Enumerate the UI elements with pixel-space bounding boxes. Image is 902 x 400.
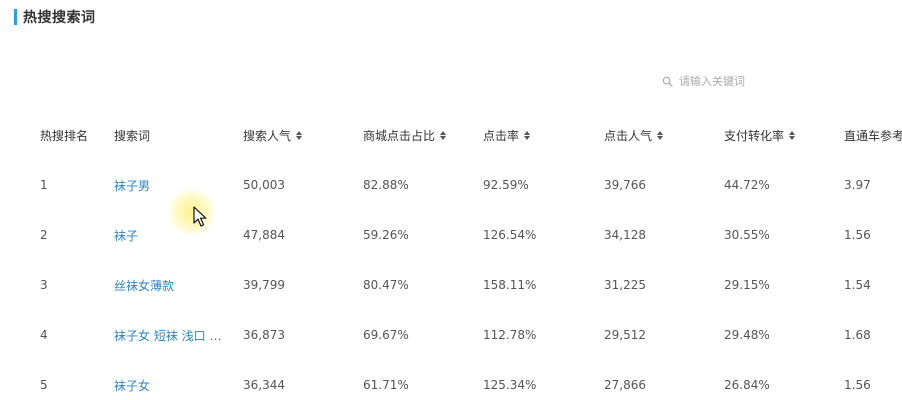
header-rank: 热搜排名 [28, 110, 102, 160]
header-label: 点击率 [483, 128, 520, 143]
cell-click-popularity: 27,866 [604, 378, 646, 392]
header-label: 直通车参考价 [844, 128, 902, 143]
header-label: 点击人气 [604, 128, 653, 143]
cell-pay-conversion: 29.48% [724, 328, 770, 342]
cell-mall-click-ratio: 82.88% [363, 178, 409, 192]
cell-mall-click-ratio: 61.71% [363, 378, 409, 392]
keyword-link[interactable]: 袜子男 [114, 177, 150, 194]
sort-icon[interactable] [789, 130, 796, 140]
cell-ztc-price: 3.97 [844, 178, 871, 192]
cell-click-popularity: 31,225 [604, 278, 646, 292]
table-row: 4 袜子女 短袜 浅口 韩... 36,873 69.67% 112.78% 2… [28, 310, 902, 360]
cell-pay-conversion: 26.84% [724, 378, 770, 392]
cell-keyword: 袜子女 [102, 360, 231, 400]
search-placeholder: 请输入关键词 [679, 75, 745, 88]
cell-keyword: 丝袜女薄款 [102, 260, 231, 310]
cell-click-popularity: 29,512 [604, 328, 646, 342]
cell-search-popularity: 47,884 [243, 228, 285, 242]
cell-search-popularity: 39,799 [243, 278, 285, 292]
header-label: 热搜排名 [40, 128, 89, 143]
header-label: 商城点击占比 [363, 128, 436, 143]
cell-search-popularity: 50,003 [243, 178, 285, 192]
header-label: 搜索人气 [243, 128, 292, 143]
header-mall-click-ratio[interactable]: 商城点击占比 [351, 110, 471, 160]
keyword-link[interactable]: 袜子 [114, 227, 138, 244]
cell-rank: 4 [40, 328, 48, 342]
table-row: 3 丝袜女薄款 39,799 80.47% 158.11% 31,225 29.… [28, 260, 902, 310]
table-row: 2 袜子 47,884 59.26% 126.54% 34,128 30.55%… [28, 210, 902, 260]
header-click-popularity[interactable]: 点击人气 [592, 110, 712, 160]
title-accent-bar [14, 9, 17, 25]
cell-click-rate: 125.34% [483, 378, 537, 392]
cell-click-rate: 112.78% [483, 328, 537, 342]
sort-icon[interactable] [440, 130, 447, 140]
header-label: 支付转化率 [724, 128, 785, 143]
cell-ztc-price: 1.68 [844, 328, 871, 342]
header-search-popularity[interactable]: 搜索人气 [231, 110, 351, 160]
section-title: 热搜搜索词 [23, 10, 96, 26]
header-ztc-price[interactable]: 直通车参考价 [832, 110, 902, 160]
cell-pay-conversion: 30.55% [724, 228, 770, 242]
cell-pay-conversion: 29.15% [724, 278, 770, 292]
cell-rank: 5 [40, 378, 48, 392]
cell-click-rate: 126.54% [483, 228, 537, 242]
cell-ztc-price: 1.54 [844, 278, 871, 292]
section-header: 热搜搜索词 [14, 6, 96, 28]
cell-rank: 2 [40, 228, 48, 242]
cell-click-popularity: 39,766 [604, 178, 646, 192]
cell-keyword: 袜子男 [102, 160, 231, 210]
cell-click-rate: 158.11% [483, 278, 537, 292]
sort-icon[interactable] [296, 130, 303, 140]
cell-rank: 3 [40, 278, 48, 292]
sort-icon[interactable] [524, 130, 531, 140]
cell-ztc-price: 1.56 [844, 228, 871, 242]
sort-icon[interactable] [657, 130, 664, 140]
table-row: 1 袜子男 50,003 82.88% 92.59% 39,766 44.72%… [28, 160, 902, 210]
cell-click-rate: 92.59% [483, 178, 529, 192]
keyword-link[interactable]: 丝袜女薄款 [114, 277, 174, 294]
cell-mall-click-ratio: 59.26% [363, 228, 409, 242]
header-keyword: 搜索词 [102, 110, 231, 160]
cell-mall-click-ratio: 80.47% [363, 278, 409, 292]
keyword-search-input[interactable]: 请输入关键词 [662, 70, 882, 92]
header-click-rate[interactable]: 点击率 [471, 110, 592, 160]
cell-rank: 1 [40, 178, 48, 192]
header-pay-conversion[interactable]: 支付转化率 [712, 110, 832, 160]
cell-mall-click-ratio: 69.67% [363, 328, 409, 342]
cell-search-popularity: 36,873 [243, 328, 285, 342]
hot-search-table: 热搜排名 搜索词 搜索人气 商城点击占比 点击率 点击人气 支付转化率 直通车参… [28, 110, 902, 400]
cell-click-popularity: 34,128 [604, 228, 646, 242]
search-icon [662, 76, 673, 87]
keyword-link[interactable]: 袜子女 短袜 浅口 韩... [114, 327, 226, 344]
table-row: 5 袜子女 36,344 61.71% 125.34% 27,866 26.84… [28, 360, 902, 400]
cell-keyword: 袜子 [102, 210, 231, 260]
header-label: 搜索词 [114, 128, 151, 143]
keyword-link[interactable]: 袜子女 [114, 377, 150, 394]
cell-ztc-price: 1.56 [844, 378, 871, 392]
cell-search-popularity: 36,344 [243, 378, 285, 392]
cell-keyword: 袜子女 短袜 浅口 韩... [102, 310, 231, 360]
table-header-row: 热搜排名 搜索词 搜索人气 商城点击占比 点击率 点击人气 支付转化率 直通车参… [28, 110, 902, 160]
page: 热搜搜索词 请输入关键词 热搜排名 搜索词 搜索人气 商城点击占比 点击率 点击… [0, 0, 902, 400]
cell-pay-conversion: 44.72% [724, 178, 770, 192]
